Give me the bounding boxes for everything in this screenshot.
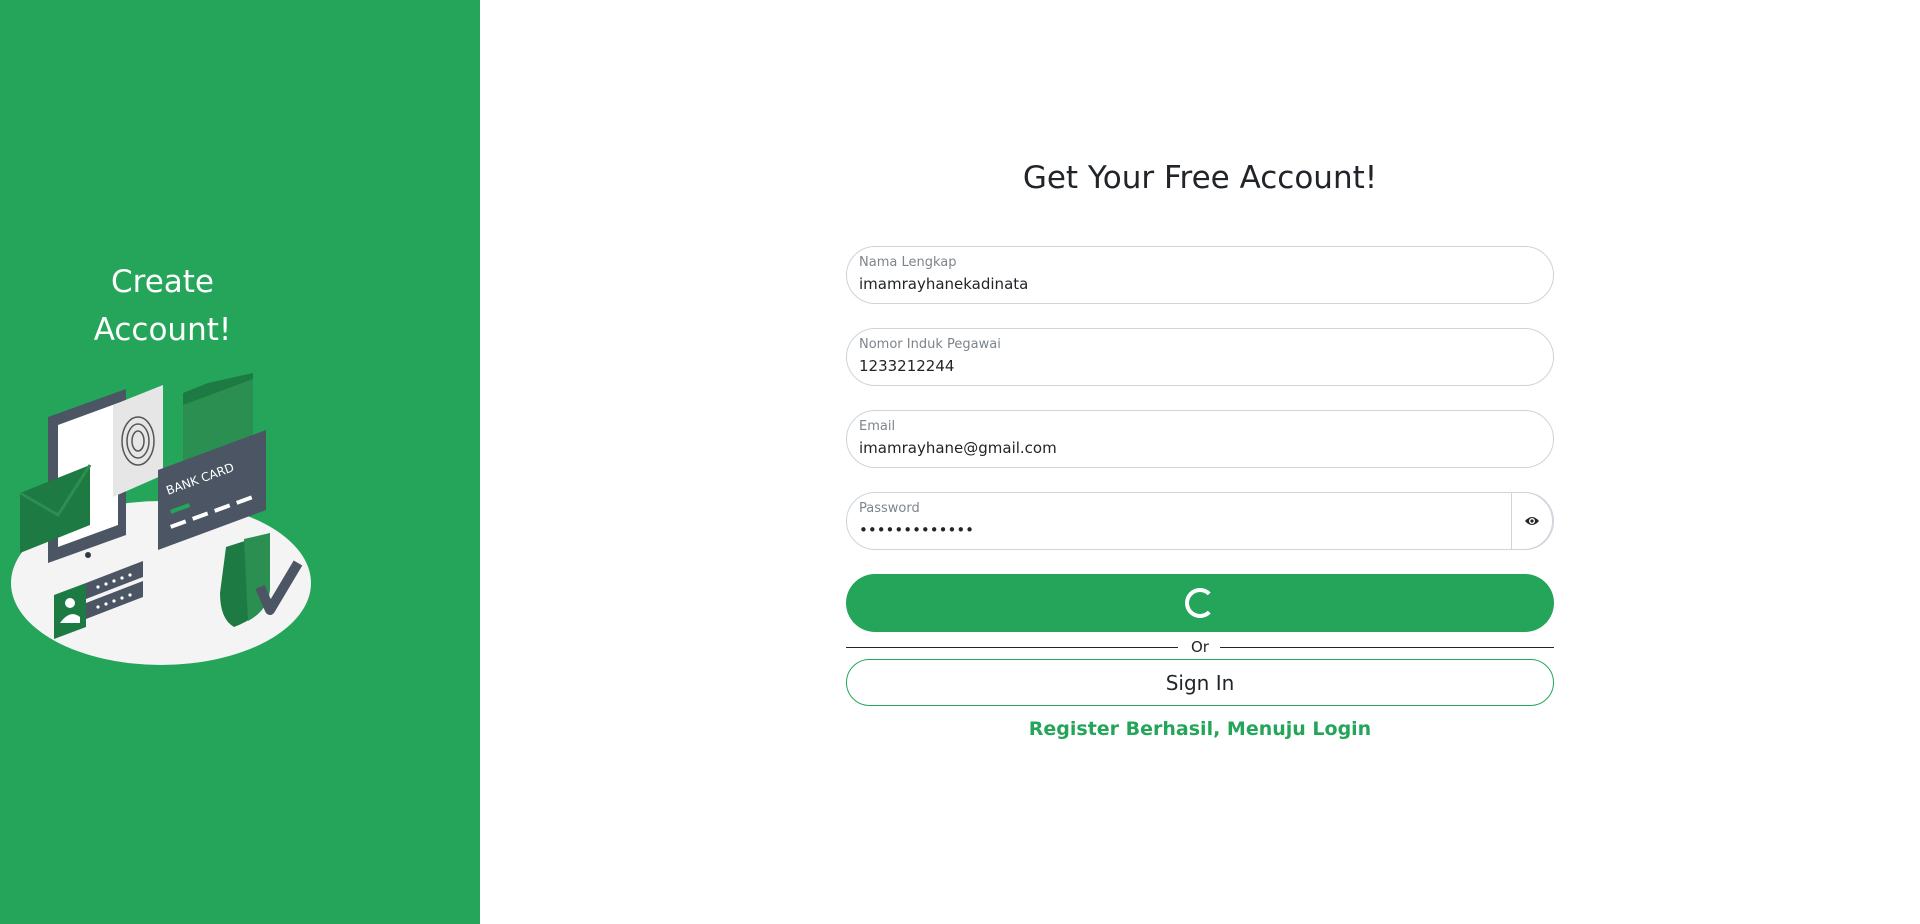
page-title: Get Your Free Account!: [1022, 160, 1378, 196]
left-panel: Create Account! BANK CARD: [0, 0, 480, 924]
email-input[interactable]: [859, 437, 1379, 459]
password-label: Password: [859, 501, 920, 516]
nip-input[interactable]: [859, 355, 1379, 377]
title-line-1: Create: [110, 264, 214, 300]
register-form: Nama Lengkap Nomor Induk Pegawai Email P…: [846, 246, 1554, 740]
eye-icon: [1525, 517, 1539, 525]
nip-field[interactable]: Nomor Induk Pegawai: [846, 328, 1554, 386]
show-password-button[interactable]: [1511, 492, 1553, 550]
title-line-2: Account!: [93, 312, 232, 348]
register-success-message: Register Berhasil, Menuju Login: [1028, 718, 1372, 740]
password-input[interactable]: [859, 519, 1379, 541]
password-field[interactable]: Password: [846, 492, 1554, 550]
email-label: Email: [859, 419, 896, 434]
create-account-title: Create Account!: [0, 258, 325, 354]
full-name-label: Nama Lengkap: [859, 255, 957, 270]
sign-in-button[interactable]: Sign In: [846, 659, 1554, 706]
full-name-input[interactable]: [859, 273, 1379, 295]
register-button[interactable]: [846, 574, 1554, 632]
divider-line-right: [1220, 647, 1554, 648]
or-divider: Or: [846, 638, 1554, 656]
email-field[interactable]: Email: [846, 410, 1554, 468]
full-name-field[interactable]: Nama Lengkap: [846, 246, 1554, 304]
security-illustration: BANK CARD: [11, 373, 311, 665]
main-panel: Get Your Free Account! Nama Lengkap Nomo…: [480, 0, 1920, 924]
loading-spinner-icon: [1185, 588, 1215, 618]
nip-label: Nomor Induk Pegawai: [859, 337, 1001, 352]
